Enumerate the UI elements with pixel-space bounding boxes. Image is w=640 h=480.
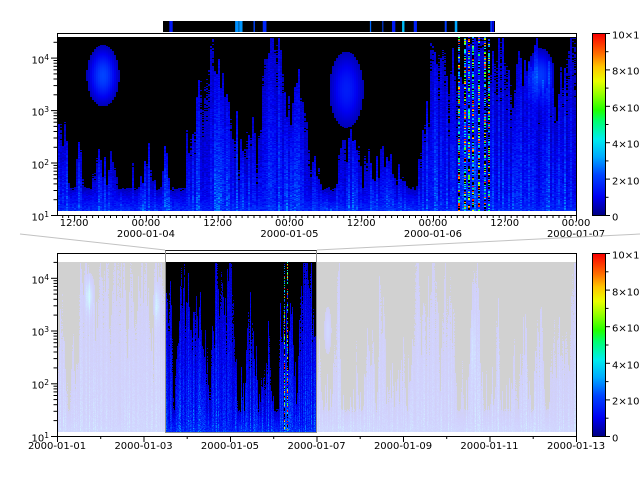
y-tick-exponent: 3	[44, 105, 49, 114]
colorbar-tick-mantissa: 8×10	[612, 67, 639, 78]
detail-panel-y-tick-label: 104	[8, 51, 49, 68]
colorbar-tick-mantissa: 6×10	[612, 103, 639, 114]
context-panel-colorbar-axis	[606, 253, 612, 437]
colorbar-tick-mantissa: 4×10	[612, 140, 639, 151]
y-tick-mantissa: 10	[31, 381, 44, 392]
x-tick-date: 2000-01-04	[117, 229, 175, 240]
y-tick-exponent: 2	[44, 158, 49, 167]
context-panel-x-tick-label: 2000-01-13	[547, 441, 605, 452]
detail-panel-colorbar-label: 0	[612, 208, 618, 225]
colorbar-tick-mantissa: 2×10	[612, 397, 639, 408]
context-panel-spectrogram[interactable]	[58, 262, 576, 432]
detail-panel-x-tick-label: 00:002000-01-07	[547, 218, 605, 240]
y-tick-exponent: 1	[44, 210, 49, 219]
x-tick-date: 2000-01-05	[260, 229, 318, 240]
x-tick-time: 12:00	[490, 218, 519, 229]
detail-panel-colorbar-label: 10×107	[612, 26, 640, 43]
y-tick-exponent: 3	[44, 325, 49, 334]
x-tick-time: 00:00	[404, 218, 462, 229]
colorbar-tick-mantissa: 4×10	[612, 360, 639, 371]
context-panel-colorbar-label: 6×107	[612, 319, 640, 336]
y-tick-mantissa: 10	[31, 55, 44, 66]
colorbar-tick-mantissa: 6×10	[612, 324, 639, 335]
x-tick-time: 2000-01-11	[460, 441, 518, 452]
context-panel-colorbar-label: 2×107	[612, 392, 640, 409]
x-tick-date: 2000-01-06	[404, 229, 462, 240]
detail-panel-spectrogram[interactable]	[58, 37, 576, 211]
time-range-selection-box[interactable]	[165, 250, 317, 433]
y-tick-mantissa: 10	[31, 434, 44, 445]
x-tick-time: 12:00	[60, 218, 89, 229]
context-panel-y-tick-label: 104	[8, 271, 49, 288]
colorbar-tick-mantissa: 10×10	[612, 31, 640, 42]
x-tick-time: 2000-01-07	[287, 441, 345, 452]
x-tick-time: 2000-01-05	[201, 441, 259, 452]
detail-panel-colorbar-axis	[606, 33, 612, 216]
y-tick-mantissa: 10	[31, 160, 44, 171]
y-tick-exponent: 1	[44, 431, 49, 440]
y-tick-exponent: 4	[44, 273, 49, 282]
detail-panel-y-axis	[49, 33, 57, 216]
context-panel-colorbar	[592, 253, 606, 437]
x-tick-time: 2000-01-03	[114, 441, 172, 452]
detail-panel-y-tick-label: 101	[8, 208, 49, 225]
detail-panel-x-tick-label: 00:002000-01-04	[117, 218, 175, 240]
detail-panel-y-tick-label: 102	[8, 156, 49, 173]
x-tick-time: 00:00	[260, 218, 318, 229]
colorbar-tick-mantissa: 0	[612, 213, 618, 224]
y-tick-mantissa: 10	[31, 213, 44, 224]
detail-panel-y-tick-label: 103	[8, 103, 49, 120]
context-panel-y-axis	[49, 253, 57, 437]
x-tick-time: 00:00	[117, 218, 175, 229]
y-tick-mantissa: 10	[31, 275, 44, 286]
detail-panel-x-tick-label: 00:002000-01-06	[404, 218, 462, 240]
y-tick-mantissa: 10	[31, 108, 44, 119]
y-tick-exponent: 4	[44, 53, 49, 62]
detail-panel-x-tick-label: 12:00	[347, 218, 376, 229]
x-tick-date: 2000-01-07	[547, 229, 605, 240]
colorbar-tick-mantissa: 8×10	[612, 287, 639, 298]
context-panel-colorbar-label: 8×107	[612, 283, 640, 300]
detail-panel-colorbar-label: 4×107	[612, 135, 640, 152]
detail-panel-colorbar-label: 6×107	[612, 99, 640, 116]
colorbar-tick-mantissa: 10×10	[612, 251, 640, 262]
x-tick-time: 12:00	[347, 218, 376, 229]
context-panel-colorbar-label: 0	[612, 429, 618, 446]
survey-bar	[163, 21, 495, 32]
context-panel-x-tick-label: 2000-01-05	[201, 441, 259, 452]
x-tick-time: 2000-01-09	[374, 441, 432, 452]
context-panel-colorbar-label: 10×107	[612, 246, 640, 263]
x-tick-time: 00:00	[547, 218, 605, 229]
y-tick-mantissa: 10	[31, 328, 44, 339]
detail-panel-colorbar-label: 2×107	[612, 172, 640, 189]
detail-panel-x-tick-label: 12:00	[203, 218, 232, 229]
detail-panel-colorbar-label: 8×107	[612, 62, 640, 79]
detail-panel-x-tick-label: 12:00	[490, 218, 519, 229]
detail-panel-colorbar	[592, 33, 606, 216]
y-tick-exponent: 2	[44, 378, 49, 387]
colorbar-tick-mantissa: 2×10	[612, 176, 639, 187]
context-panel-x-tick-label: 2000-01-07	[287, 441, 345, 452]
x-tick-time: 2000-01-13	[547, 441, 605, 452]
colorbar-tick-mantissa: 0	[612, 434, 618, 445]
context-panel-x-tick-label: 2000-01-03	[114, 441, 172, 452]
context-panel-x-tick-label: 2000-01-11	[460, 441, 518, 452]
context-panel-colorbar-label: 4×107	[612, 356, 640, 373]
context-panel-y-tick-label: 103	[8, 323, 49, 340]
context-panel-x-tick-label: 2000-01-09	[374, 441, 432, 452]
x-tick-time: 12:00	[203, 218, 232, 229]
context-panel-y-tick-label: 102	[8, 376, 49, 393]
detail-panel-x-tick-label: 12:00	[60, 218, 89, 229]
context-panel-y-tick-label: 101	[8, 429, 49, 446]
detail-panel-x-tick-label: 00:002000-01-05	[260, 218, 318, 240]
tplot-figure: 12:0000:002000-01-0412:0000:002000-01-05…	[0, 0, 640, 480]
